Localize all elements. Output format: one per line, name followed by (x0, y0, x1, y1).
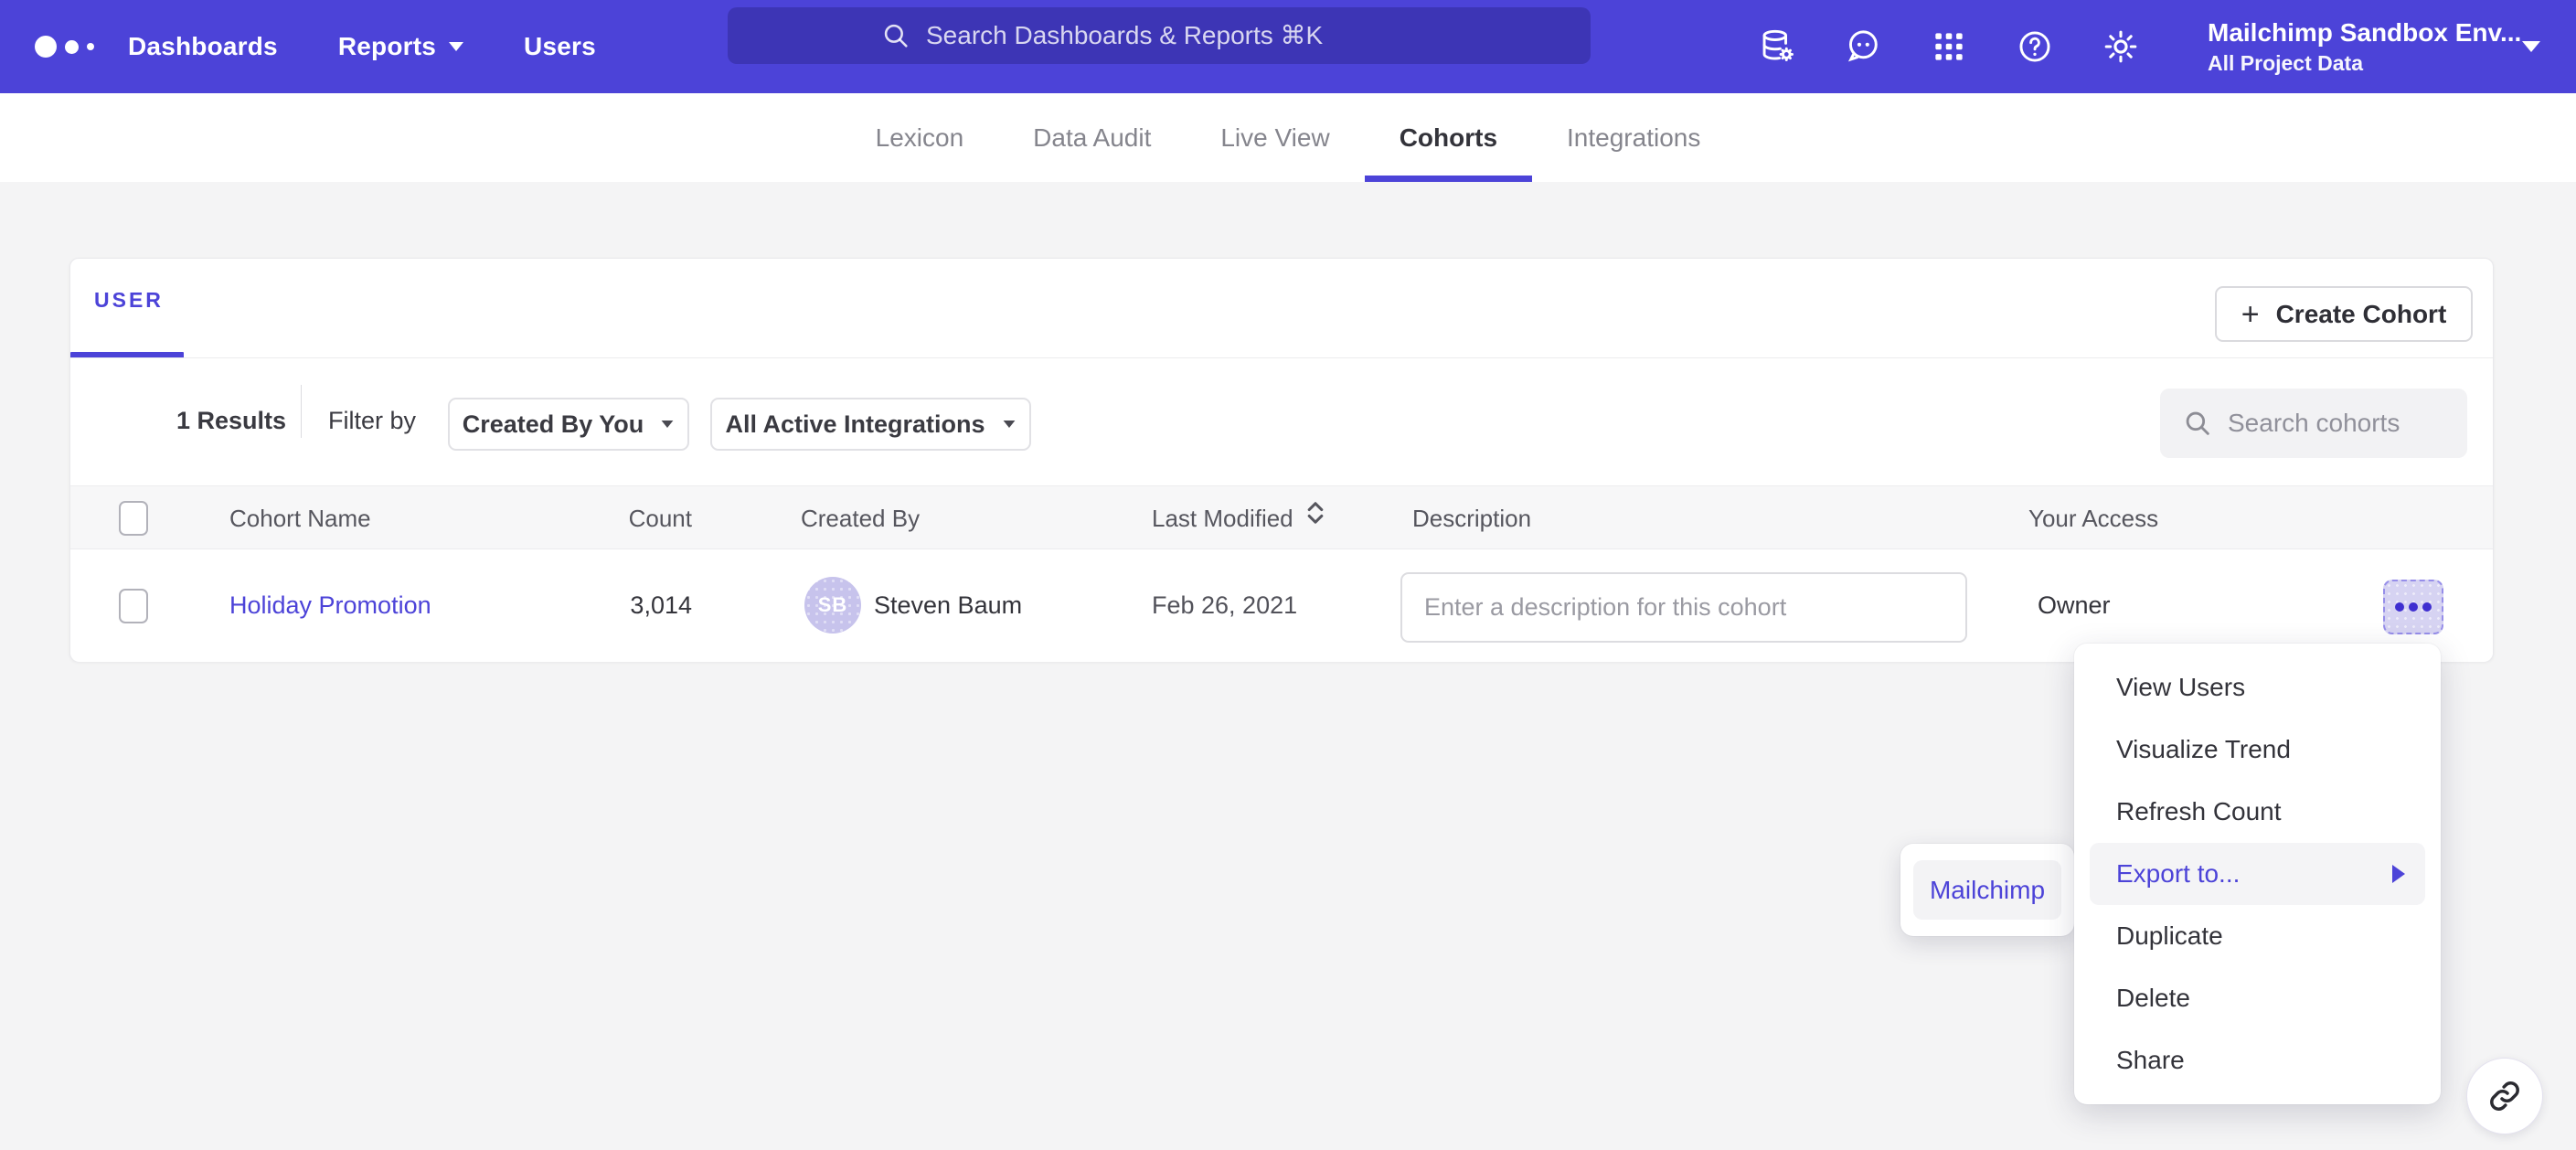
menu-item-refresh-count[interactable]: Refresh Count (2074, 781, 2441, 843)
dot-icon (2395, 602, 2404, 612)
select-all-checkbox[interactable] (119, 501, 148, 536)
row-actions-button[interactable] (2383, 580, 2443, 634)
col-your-access: Your Access (2028, 486, 2158, 550)
dot-icon (2409, 602, 2418, 612)
cohort-search-input[interactable] (2228, 409, 2429, 438)
logo-dot-small (87, 43, 94, 50)
chevron-down-icon (662, 421, 674, 428)
menu-item-share[interactable]: Share (2074, 1029, 2441, 1091)
help-icon[interactable] (2015, 27, 2055, 67)
dot-icon (2422, 602, 2432, 612)
tab-integrations[interactable]: Integrations (1532, 93, 1735, 182)
plus-icon: + (2241, 299, 2260, 330)
submenu-arrow-icon (2392, 865, 2405, 883)
row-actions-menu: View Users Visualize Trend Refresh Count… (2074, 644, 2441, 1104)
settings-gear-icon[interactable] (2101, 27, 2141, 67)
created-by-name: Steven Baum (874, 549, 1022, 662)
search-icon (2182, 408, 2213, 439)
project-selector-labels: Mailchimp Sandbox Env... All Project Dat… (2208, 18, 2498, 76)
project-name: Mailchimp Sandbox Env... (2208, 18, 2498, 48)
tab-user-cohorts[interactable]: USER (94, 288, 182, 359)
row-checkbox[interactable] (119, 589, 148, 623)
global-search-input[interactable] (926, 21, 1438, 50)
tab-cohorts[interactable]: Cohorts (1365, 93, 1532, 182)
mixpanel-logo-icon[interactable] (35, 0, 94, 93)
logo-dot-large (35, 36, 57, 58)
link-icon (2486, 1078, 2523, 1114)
cohort-count: 3,014 (582, 549, 692, 662)
filter-created-by-dropdown[interactable]: Created By You (448, 398, 689, 451)
chevron-down-icon (449, 42, 463, 51)
nav-users[interactable]: Users (524, 32, 596, 61)
menu-item-export-to-label: Export to... (2116, 859, 2240, 888)
submenu-item-mailchimp[interactable]: Mailchimp (1913, 860, 2061, 920)
description-input[interactable] (1400, 572, 1967, 643)
project-scope: All Project Data (2208, 51, 2498, 76)
create-cohort-label: Create Cohort (2276, 300, 2447, 329)
menu-item-delete[interactable]: Delete (2074, 967, 2441, 1029)
app-window: Dashboards Reports Users (0, 0, 2576, 1150)
menu-item-visualize-trend[interactable]: Visualize Trend (2074, 719, 2441, 781)
col-cohort-name: Cohort Name (229, 486, 371, 550)
feedback-chat-icon[interactable] (1843, 27, 1883, 67)
col-count: Count (582, 486, 692, 550)
top-nav-icons (1757, 0, 2141, 93)
menu-item-duplicate[interactable]: Duplicate (2074, 905, 2441, 967)
col-last-modified-sort[interactable]: Last Modified (1152, 486, 1326, 550)
project-selector[interactable]: Mailchimp Sandbox Env... All Project Dat… (2208, 0, 2540, 93)
col-last-modified-label: Last Modified (1152, 505, 1293, 532)
filter-created-by-value: Created By You (463, 410, 644, 439)
global-search[interactable] (728, 7, 1591, 64)
cohorts-panel: USER + Create Cohort 1 Results Filter by… (69, 258, 2494, 662)
nav-dashboards-label: Dashboards (128, 32, 278, 61)
divider (70, 357, 2493, 358)
nav-reports[interactable]: Reports (338, 32, 463, 61)
data-section-tabs: Lexicon Data Audit Live View Cohorts Int… (0, 93, 2576, 182)
col-description: Description (1412, 486, 1531, 550)
logo-dot-medium (65, 40, 79, 54)
nav-reports-label: Reports (338, 32, 436, 61)
nav-users-label: Users (524, 32, 596, 61)
search-icon (880, 20, 911, 51)
chevron-down-icon (2522, 41, 2540, 52)
divider (301, 385, 302, 438)
menu-item-export-to[interactable]: Export to... (2090, 843, 2425, 905)
tab-data-audit[interactable]: Data Audit (998, 93, 1186, 182)
copy-link-button[interactable] (2466, 1058, 2543, 1134)
create-cohort-button[interactable]: + Create Cohort (2215, 286, 2473, 342)
last-modified-date: Feb 26, 2021 (1152, 549, 1297, 662)
avatar: SB (804, 577, 861, 634)
data-management-icon[interactable] (1757, 27, 1797, 67)
col-created-by: Created By (801, 486, 920, 550)
cohort-search[interactable] (2160, 389, 2467, 458)
results-count: 1 Results (176, 407, 286, 435)
top-nav: Dashboards Reports Users (0, 0, 2576, 93)
filter-integrations-dropdown[interactable]: All Active Integrations (710, 398, 1031, 451)
sort-icon (1304, 488, 1326, 552)
tab-live-view[interactable]: Live View (1186, 93, 1364, 182)
tab-lexicon[interactable]: Lexicon (841, 93, 999, 182)
nav-dashboards[interactable]: Dashboards (128, 32, 278, 61)
cohort-name-link[interactable]: Holiday Promotion (229, 549, 431, 662)
top-nav-links: Dashboards Reports Users (128, 0, 596, 93)
filter-integrations-value: All Active Integrations (725, 410, 985, 439)
menu-item-view-users[interactable]: View Users (2074, 656, 2441, 719)
apps-grid-icon[interactable] (1929, 27, 1969, 67)
table-header-row: Cohort Name Count Created By Last Modifi… (70, 485, 2493, 549)
filter-by-label: Filter by (328, 407, 416, 435)
chevron-down-icon (1003, 421, 1015, 428)
export-submenu: Mailchimp (1900, 844, 2074, 936)
